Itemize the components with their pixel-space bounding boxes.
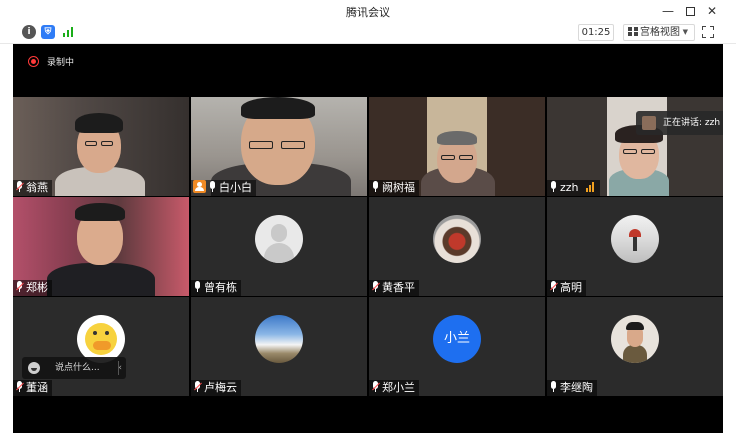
mic-icon [549,181,558,192]
info-icon[interactable]: i [22,25,36,39]
text-avatar: 小兰 [433,315,481,363]
meeting-toolbar: i ⛨ 01:25 宫格视图 ▼ [0,22,736,44]
participant-name: 郑小兰 [382,381,415,394]
avatar [255,315,303,363]
recording-status: 录制中 [47,58,75,68]
mic-muted-icon [549,281,558,292]
participant-name-tag: 翁燕 [13,180,52,196]
participant-name-tag: 阙树福 [369,180,419,196]
record-icon [28,56,39,67]
window-title: 腾讯会议 [346,6,390,19]
speaker-avatar [642,116,656,130]
participant-name: 翁燕 [26,181,48,194]
participant-name-tag: 郑彬 [13,280,52,296]
participant-name: 曾有栋 [204,281,237,294]
meeting-window: 腾讯会议 — ✕ i ⛨ 01:25 宫格视图 ▼ 录制中 翁燕 白小白 阙树福… [0,0,736,440]
participant-tile[interactable]: 白小白 [191,97,367,196]
chevron-left-icon[interactable]: ‹ [118,357,122,379]
participant-tile[interactable]: 高明 [547,197,723,296]
participant-name-tag: 白小白 [191,180,256,196]
participant-name: 李继陶 [560,381,593,394]
participant-tile[interactable]: 翁燕 [13,97,189,196]
speaking-indicator: 正在讲话: zzh [636,111,723,135]
avatar [433,215,481,263]
participant-name-tag: 黄香平 [369,280,419,296]
close-button[interactable]: ✕ [703,2,721,20]
title-bar: 腾讯会议 — ✕ [0,0,736,22]
grid-view-icon [628,27,638,36]
avatar [611,215,659,263]
participant-grid: 翁燕 白小白 阙树福 zzh 郑彬 曾有栋 黄香平 高明 董涵 卢梅云 小兰 郑… [13,97,723,397]
maximize-button[interactable] [681,2,699,20]
participant-tile[interactable]: 郑彬 [13,197,189,296]
chat-input-bar[interactable]: 说点什么... ‹ [22,357,126,379]
participant-tile[interactable]: 李继陶 [547,297,723,396]
participant-name: 高明 [560,281,582,294]
minimize-button[interactable]: — [659,2,677,20]
participant-tile[interactable]: 董涵 [13,297,189,396]
participant-name: 郑彬 [26,281,48,294]
chevron-down-icon: ▼ [682,28,688,36]
participant-name-tag: zzh [547,180,601,196]
mic-icon [193,281,202,292]
avatar [611,315,659,363]
participant-tile[interactable]: 阙树福 [369,97,545,196]
view-mode-dropdown[interactable]: 宫格视图 ▼ [623,24,695,41]
participant-name-tag: 卢梅云 [191,380,241,396]
mic-muted-icon [371,381,380,392]
mic-muted-icon [15,281,24,292]
speaking-text: 正在讲话: zzh [663,118,721,128]
participant-name-tag: 高明 [547,280,586,296]
participant-name: 董涵 [26,381,48,394]
participant-name-tag: 郑小兰 [369,380,419,396]
mic-muted-icon [15,181,24,192]
signal-icon[interactable] [61,25,75,39]
participant-tile[interactable]: 卢梅云 [191,297,367,396]
signal-icon [586,182,596,192]
mic-muted-icon [193,381,202,392]
participant-name: 卢梅云 [204,381,237,394]
meeting-timer: 01:25 [578,24,614,41]
participant-tile[interactable]: 小兰 郑小兰 [369,297,545,396]
participant-name: 白小白 [219,181,252,194]
participant-tile[interactable]: 曾有栋 [191,197,367,296]
participant-name: 黄香平 [382,281,415,294]
participant-name: zzh [560,181,579,194]
host-icon [193,180,206,193]
participant-name: 阙树福 [382,181,415,194]
view-mode-label: 宫格视图 [640,27,680,38]
participant-name-tag: 李继陶 [547,380,597,396]
avatar [77,315,125,363]
shield-icon[interactable]: ⛨ [41,25,55,39]
default-avatar [255,215,303,263]
participant-name-tag: 董涵 [13,380,52,396]
mic-icon [549,381,558,392]
maximize-icon [685,7,695,16]
participant-tile[interactable]: 黄香平 [369,197,545,296]
chat-input-placeholder[interactable]: 说点什么... [55,357,100,379]
mic-icon [208,181,217,192]
mic-muted-icon [371,281,380,292]
mic-icon [371,181,380,192]
mic-muted-icon [15,381,24,392]
fullscreen-icon[interactable] [702,26,714,38]
emoji-icon[interactable] [28,362,40,374]
participant-name-tag: 曾有栋 [191,280,241,296]
